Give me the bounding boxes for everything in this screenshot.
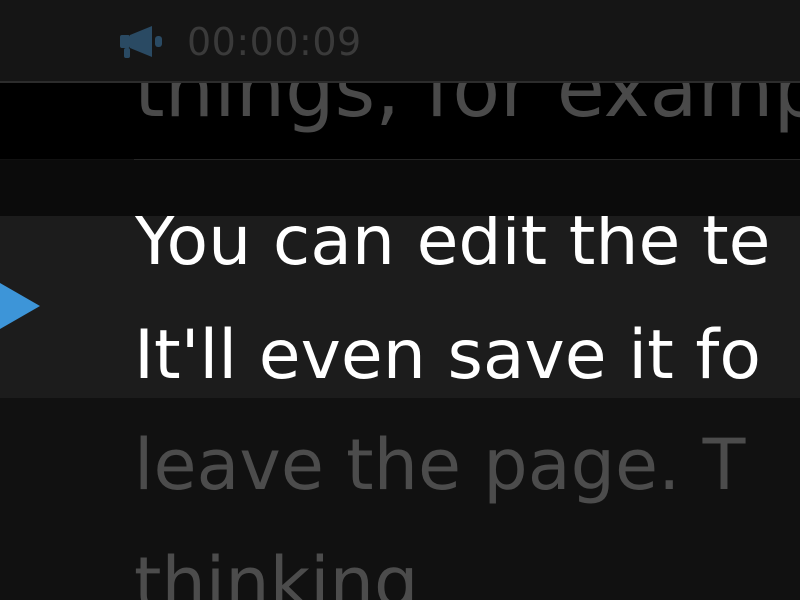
active-caption-line: You can edit the te (134, 216, 771, 281)
transcript-view: 00:00:09 things, for exampl You can edit… (0, 0, 800, 600)
previous-caption-block[interactable]: things, for exampl (0, 83, 800, 159)
active-caption-block[interactable]: You can edit the te It'll even save it f… (0, 216, 800, 398)
next-caption-line: thinking (134, 542, 419, 600)
status-bar: 00:00:09 (0, 0, 800, 83)
elapsed-timer: 00:00:09 (187, 20, 362, 64)
caption-spacer (0, 160, 800, 216)
active-caption-line: It'll even save it fo (134, 316, 761, 395)
megaphone-icon[interactable] (118, 24, 164, 60)
current-position-arrow-icon (0, 283, 40, 329)
previous-caption-line: things, for exampl (134, 83, 800, 135)
next-caption-line: leave the page. T (134, 424, 746, 506)
next-caption-block[interactable]: leave the page. T thinking (0, 398, 800, 600)
